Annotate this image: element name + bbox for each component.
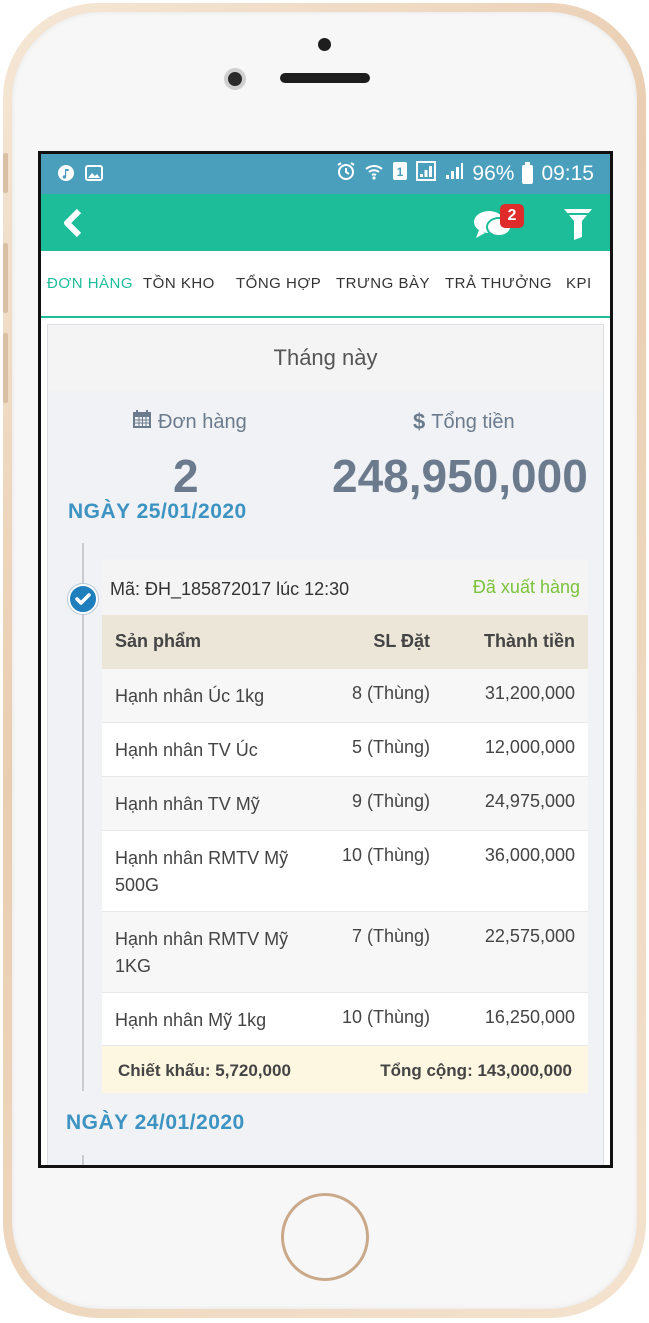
product-name: Hạnh nhân RMTV Mỹ 500G [115, 848, 289, 895]
clock: 09:15 [541, 162, 594, 185]
timeline-line [82, 1155, 84, 1165]
volume-up-button [3, 243, 8, 313]
product-name: Hạnh nhân Úc 1kg [115, 686, 265, 706]
tab-tong-hop[interactable]: TỔNG HỢP [236, 275, 321, 292]
product-amount: 24,975,000 [484, 791, 575, 811]
table-row: Hạnh nhân RMTV Mỹ 1KG 7 (Thùng) 22,575,0… [102, 912, 588, 993]
product-qty: 9 (Thùng) [351, 791, 430, 811]
product-name: Hạnh nhân TV Úc [115, 740, 258, 760]
column-header: Sản phẩm [115, 631, 202, 651]
day-header: NGÀY 24/01/2020 [66, 1111, 245, 1134]
earpiece-speaker [280, 73, 370, 83]
product-amount: 16,250,000 [484, 1007, 575, 1027]
order-status: Đã xuất hàng [472, 577, 580, 597]
product-qty: 10 (Thùng) [341, 1007, 430, 1027]
svg-text:1: 1 [397, 165, 404, 179]
table-header: Sản phẩm SL Đặt Thành tiền [102, 615, 588, 669]
battery-icon [522, 161, 534, 184]
product-qty: 10 (Thùng) [341, 845, 430, 865]
table-row: Hạnh nhân TV Mỹ 9 (Thùng) 24,975,000 [102, 777, 588, 831]
orders-stat-label: Đơn hàng [132, 409, 247, 435]
proximity-sensor [318, 38, 331, 51]
tab-trung-bay[interactable]: TRƯNG BÀY [336, 275, 430, 292]
discount-total: Chiết khấu: 5,720,000 [118, 1061, 291, 1080]
column-header: SL Đặt [373, 631, 430, 651]
timeline-line [82, 543, 84, 1091]
product-qty: 5 (Thùng) [351, 737, 430, 757]
front-camera [224, 68, 246, 90]
signal-box-icon [416, 161, 437, 187]
product-amount: 31,200,000 [484, 683, 575, 703]
app-screen: 1 96% 09:15 2 ĐƠN HÀNG TỒN KHO TỔNG HỢP … [38, 151, 613, 1168]
battery-percent: 96% [472, 162, 515, 185]
tab-ton-kho[interactable]: TỒN KHO [143, 275, 215, 292]
orders-count: 2 [173, 450, 199, 502]
order-footer: Chiết khấu: 5,720,000 Tổng cộng: 143,000… [102, 1046, 588, 1093]
filter-icon[interactable] [563, 208, 593, 240]
order-card[interactable]: Mã: ĐH_185872017 lúc 12:30 Đã xuất hàng … [102, 559, 588, 1093]
grand-total: Tổng cộng: 143,000,000 [380, 1061, 572, 1080]
tab-tra-thuong[interactable]: TRẢ THƯỞNG [445, 275, 552, 292]
product-qty: 8 (Thùng) [351, 683, 430, 703]
product-amount: 22,575,000 [484, 926, 575, 946]
volume-down-button [3, 333, 8, 403]
app-bar: 2 [41, 194, 610, 251]
home-button[interactable] [281, 1193, 369, 1281]
order-header: Mã: ĐH_185872017 lúc 12:30 Đã xuất hàng [102, 559, 588, 615]
product-qty: 7 (Thùng) [351, 926, 430, 946]
product-amount: 36,000,000 [484, 845, 575, 865]
order-code: Mã: ĐH_185872017 lúc 12:30 [110, 579, 350, 599]
back-arrow-icon[interactable] [59, 208, 85, 238]
mute-switch [3, 153, 8, 193]
music-icon [57, 164, 75, 182]
table-row: Hạnh nhân RMTV Mỹ 500G 10 (Thùng) 36,000… [102, 831, 588, 912]
check-circle-icon [68, 584, 98, 614]
product-name: Hạnh nhân RMTV Mỹ 1KG [115, 929, 289, 976]
product-amount: 12,000,000 [484, 737, 575, 757]
image-icon [85, 164, 103, 182]
wifi-icon [364, 161, 384, 187]
tab-don-hang[interactable]: ĐƠN HÀNG [47, 275, 133, 292]
tab-kpi[interactable]: KPI [566, 275, 592, 292]
orders-content: Tháng này Đơn hàng 2 $ Tổng tiền 248,950… [47, 324, 604, 1165]
table-row: Hạnh nhân Úc 1kg 8 (Thùng) 31,200,000 [102, 669, 588, 723]
status-bar: 1 96% 09:15 [41, 154, 610, 194]
total-amount: 248,950,000 [332, 450, 588, 502]
product-name: Hạnh nhân TV Mỹ [115, 794, 260, 814]
notification-badge: 2 [500, 204, 524, 228]
total-stat-label: $ Tổng tiền [413, 409, 515, 434]
product-name: Hạnh nhân Mỹ 1kg [115, 1010, 267, 1030]
column-header: Thành tiền [484, 631, 575, 651]
alarm-icon [336, 161, 356, 187]
signal-bars-icon [444, 161, 464, 187]
calendar-icon [132, 409, 152, 435]
table-row: Hạnh nhân TV Úc 5 (Thùng) 12,000,000 [102, 723, 588, 777]
period-header[interactable]: Tháng này [48, 325, 603, 391]
dollar-icon: $ [413, 409, 426, 434]
day-header: NGÀY 25/01/2020 [68, 500, 247, 523]
table-row: Hạnh nhân Mỹ 1kg 10 (Thùng) 16,250,000 [102, 993, 588, 1046]
sim-1-icon: 1 [392, 161, 408, 187]
tab-bar: ĐƠN HÀNG TỒN KHO TỔNG HỢP TRƯNG BÀY TRẢ … [41, 251, 610, 318]
